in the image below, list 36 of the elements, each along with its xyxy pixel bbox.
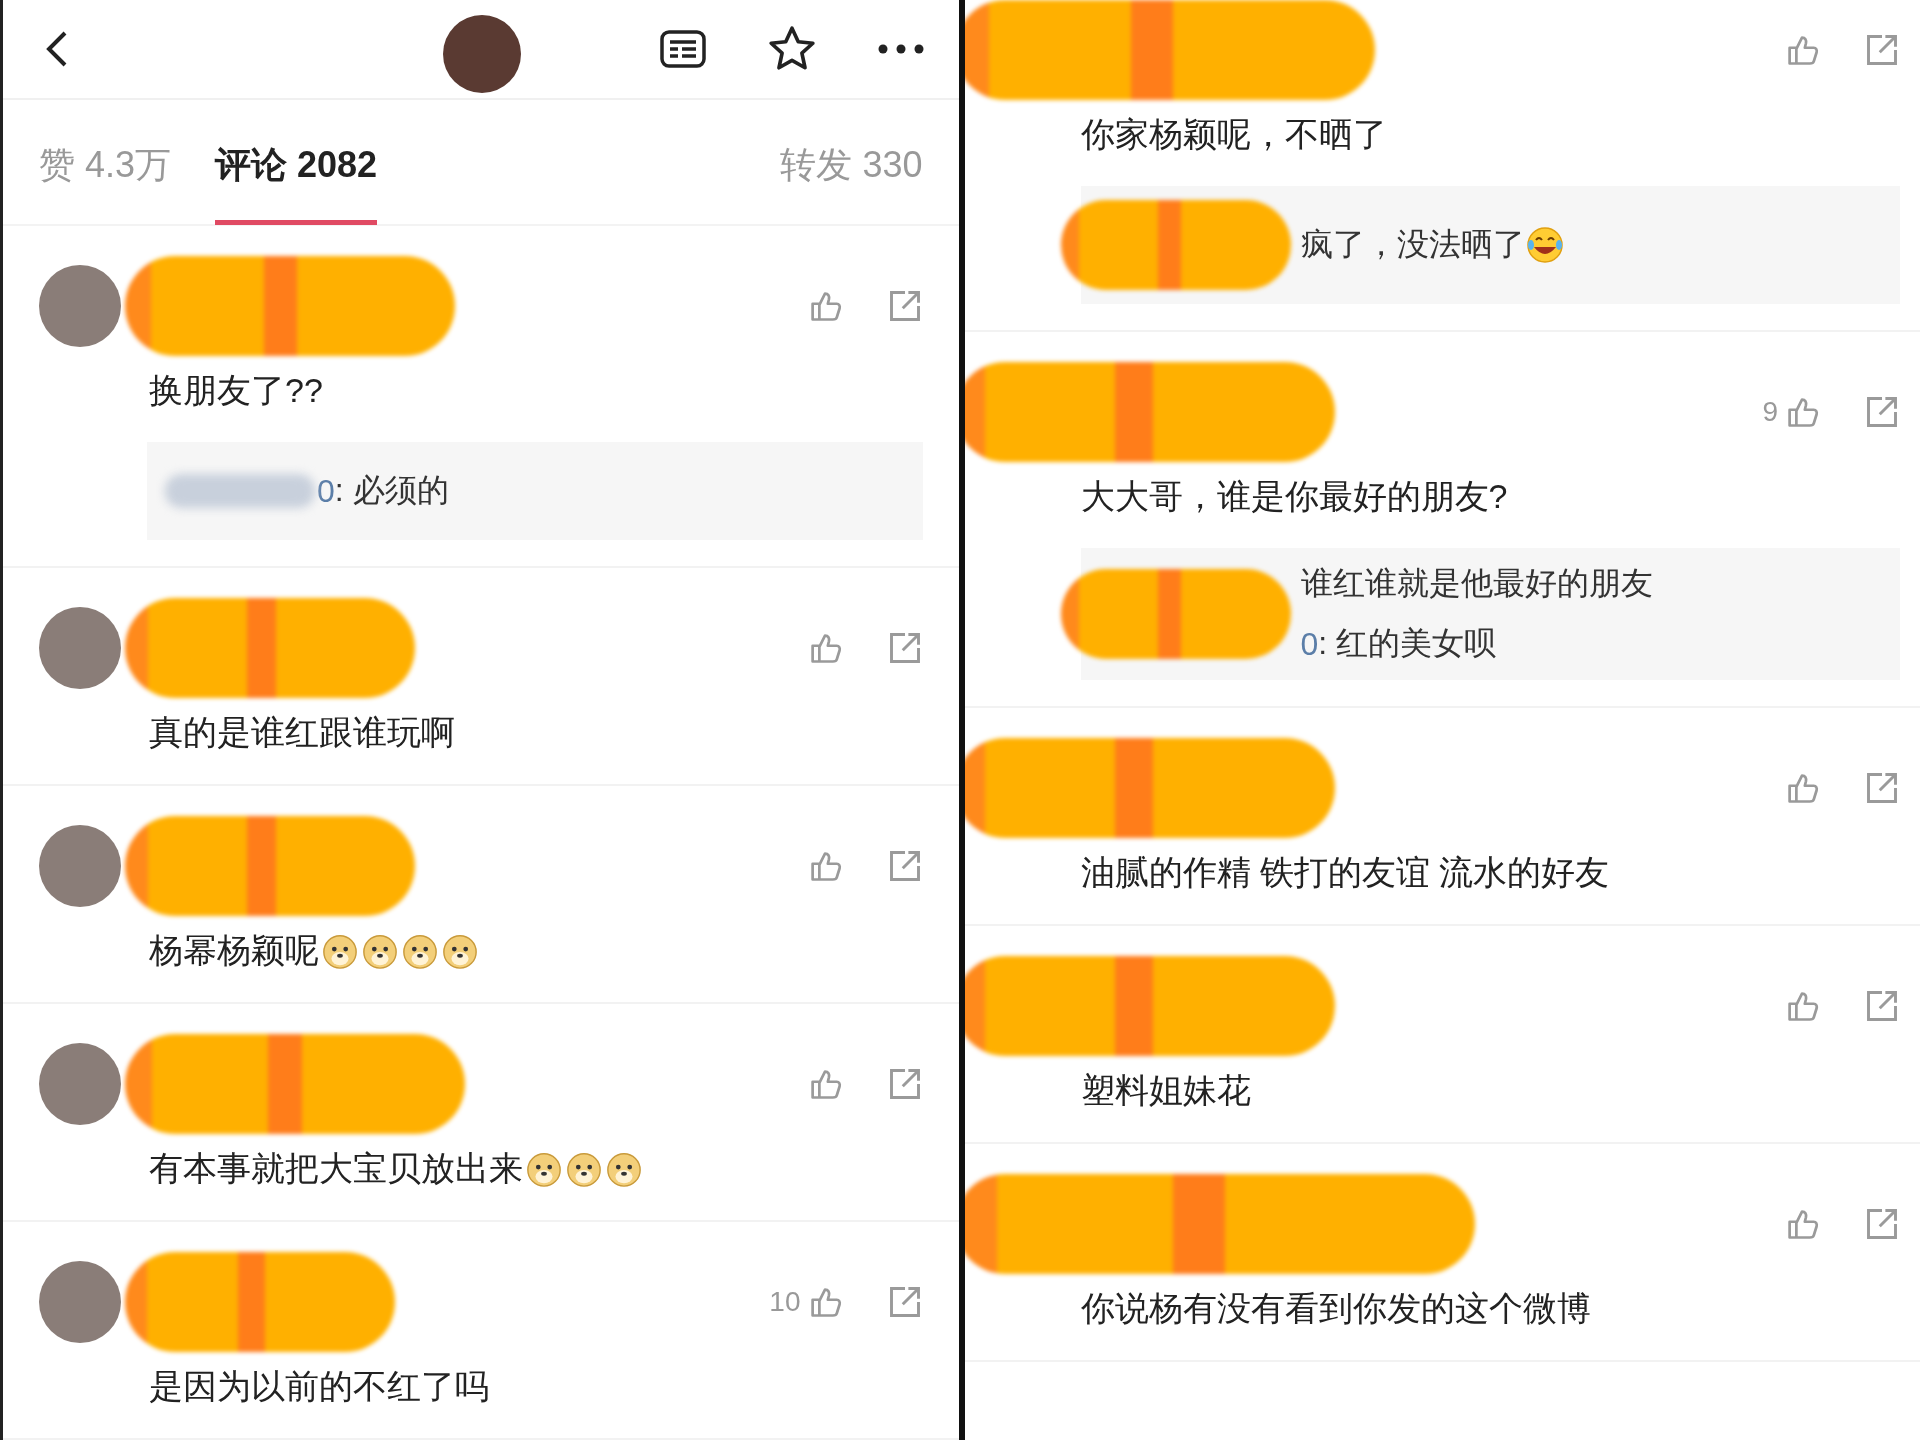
comment-text: 大大哥，谁是你最好的朋友? xyxy=(1080,476,1508,517)
reply-author-name[interactable]: 0 xyxy=(317,472,335,510)
doge-emoji-icon xyxy=(565,1150,603,1188)
more-icon[interactable] xyxy=(876,43,925,55)
tab[interactable]: 转发 330 xyxy=(780,107,923,225)
card-list-icon[interactable] xyxy=(658,29,707,69)
doge-emoji-icon xyxy=(441,932,479,970)
doge-emoji-icon xyxy=(605,1150,643,1188)
doge-emoji-icon xyxy=(321,932,359,970)
comment-text: 塑料姐妹花 xyxy=(1080,1070,1251,1111)
tab[interactable]: 评论 2082 xyxy=(215,107,378,225)
comment-text: 你说杨有没有看到你发的这个微博 xyxy=(1080,1288,1591,1329)
doge-emoji-icon xyxy=(401,932,439,970)
doge-emoji-icon xyxy=(525,1150,563,1188)
share-icon[interactable] xyxy=(1864,394,1900,430)
laughing-crying-emoji-icon xyxy=(1524,225,1565,265)
reply-text: : 红的美女呗 xyxy=(1318,624,1497,663)
comment-text: 真的是谁红跟谁玩啊 xyxy=(149,712,455,753)
like-count: 10 xyxy=(769,1286,801,1318)
like-count: 9 xyxy=(1762,396,1778,428)
share-icon[interactable] xyxy=(1864,988,1900,1024)
comment-text: 换朋友了?? xyxy=(149,370,323,411)
doge-emoji-icon xyxy=(361,932,399,970)
comment-text: 你家杨颖呢，不晒了 xyxy=(1080,114,1387,155)
tab[interactable]: 赞 4.3万 xyxy=(39,107,172,225)
share-icon[interactable] xyxy=(1864,770,1900,806)
comment-text: 油腻的作精 铁打的友谊 流水的好友 xyxy=(1080,852,1610,893)
comment-text: 有本事就把大宝贝放出来 xyxy=(149,1148,523,1189)
share-icon[interactable] xyxy=(1864,32,1900,68)
comment-text: 杨幂杨颖呢 xyxy=(149,930,319,971)
reply-text: 疯了，没法晒了 xyxy=(1300,225,1525,264)
comment-text: 是因为以前的不红了吗 xyxy=(149,1366,489,1407)
share-icon[interactable] xyxy=(1864,1206,1900,1242)
reply-text: 谁红谁就是他最好的朋友 xyxy=(1300,564,1653,603)
reply-author-name[interactable]: 0 xyxy=(1300,625,1319,663)
reply-text: : 必须的 xyxy=(334,471,449,510)
